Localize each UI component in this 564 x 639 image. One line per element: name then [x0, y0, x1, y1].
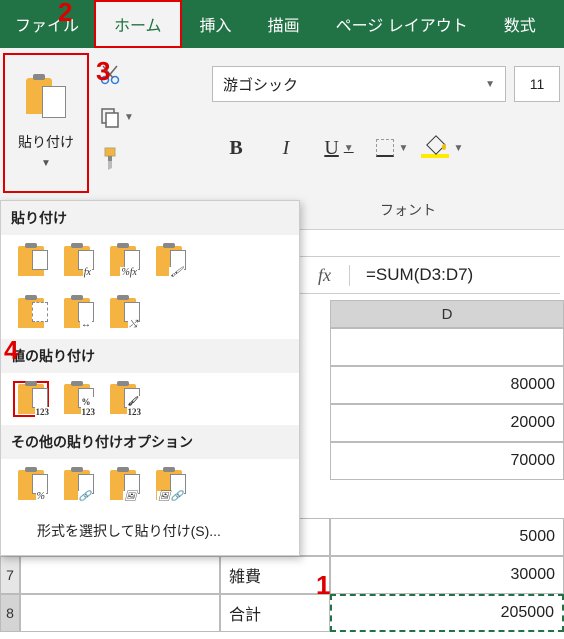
annotation-3: 3 — [96, 56, 110, 87]
chevron-down-icon: ▼ — [454, 143, 464, 154]
font-group-label: フォント — [380, 200, 436, 220]
font-name-select[interactable]: 游ゴシック ▼ — [212, 66, 506, 102]
row-header[interactable]: 7 — [0, 556, 20, 594]
border-button[interactable]: ▼ — [368, 128, 416, 168]
column-header-d[interactable]: D — [330, 300, 564, 328]
paste-keep-source-button[interactable]: 🖌 — [151, 243, 187, 279]
cell-b[interactable] — [20, 556, 220, 594]
clipboard-icon — [26, 78, 66, 126]
paste-label: 貼り付け — [18, 132, 74, 152]
dd-section-other: その他の貼り付けオプション — [1, 425, 299, 459]
tab-draw[interactable]: 描画 — [250, 0, 318, 48]
formula-bar: fx =SUM(D3:D7) — [300, 256, 560, 294]
paste-special-menu-item[interactable]: 形式を選択して貼り付け(S)... — [1, 511, 299, 555]
bucket-icon — [421, 138, 449, 158]
paste-button[interactable]: 貼り付け ▼ — [5, 55, 87, 191]
annotation-1: 1 — [316, 570, 330, 601]
chevron-down-icon: ▼ — [124, 112, 134, 123]
chevron-down-icon: ▼ — [399, 143, 409, 154]
paste-transpose-button[interactable]: ⤭ — [105, 295, 141, 331]
dd-section-paste: 貼り付け — [1, 201, 299, 235]
paste-values-button[interactable]: 123 — [13, 381, 49, 417]
annotation-2: 2 — [58, 0, 72, 28]
font-size-select[interactable]: 11 — [514, 66, 560, 102]
brush-icon: 🖌 — [169, 267, 184, 278]
paste-values-source-button[interactable]: 🖌123 — [105, 381, 141, 417]
bold-button[interactable]: B — [212, 128, 260, 168]
paste-picture-button[interactable]: 🖼 — [105, 467, 141, 503]
underline-button[interactable]: U▼ — [312, 128, 366, 168]
fill-color-button[interactable]: ▼ — [418, 128, 466, 168]
paste-formatting-button[interactable]: % — [13, 467, 49, 503]
copy-icon — [99, 106, 121, 128]
copy-button[interactable]: ▼ — [99, 104, 149, 130]
annotation-4: 4 — [4, 335, 18, 366]
cell-c[interactable]: 雑費 — [220, 556, 330, 594]
tab-page-layout[interactable]: ページ レイアウト — [318, 0, 486, 48]
font-group: 游ゴシック ▼ 11 B I U▼ ▼ ▼ — [212, 66, 560, 168]
paste-link-button[interactable]: 🔗 — [59, 467, 95, 503]
cell-d[interactable]: 5000 — [330, 518, 564, 556]
italic-button[interactable]: I — [262, 128, 310, 168]
transpose-icon: ⤭ — [128, 319, 138, 330]
row-header[interactable]: 8 — [0, 594, 20, 632]
cell-d[interactable]: 80000 — [330, 366, 564, 404]
format-painter-button[interactable] — [99, 146, 149, 172]
chevron-down-icon: ▼ — [41, 158, 51, 169]
paste-formulas-number-button[interactable]: %fx — [105, 243, 141, 279]
paste-options-dropdown: 貼り付け fx %fx 🖌 ↔ ⤭ 値の貼り付け 123 %123 🖌123 そ… — [0, 200, 300, 556]
ribbon-tabs: ファイル ホーム 挿入 描画 ページ レイアウト 数式 — [0, 0, 564, 48]
paste-column-widths-button[interactable]: ↔ — [59, 295, 95, 331]
cell-c[interactable]: 合計 — [220, 594, 330, 632]
dd-section-values: 値の貼り付け — [1, 339, 299, 373]
paste-linked-picture-button[interactable]: 🖼🔗 — [151, 467, 187, 503]
font-size-value: 11 — [530, 76, 545, 92]
chevron-down-icon: ▼ — [485, 79, 495, 90]
tab-home[interactable]: ホーム — [94, 0, 182, 48]
paste-no-borders-button[interactable] — [13, 295, 49, 331]
picture-icon: 🖼 — [123, 491, 138, 502]
paintbrush-icon — [99, 146, 121, 172]
tab-insert[interactable]: 挿入 — [182, 0, 250, 48]
cell-d[interactable]: 30000 — [330, 556, 564, 594]
paste-values-number-button[interactable]: %123 — [59, 381, 95, 417]
cell-d[interactable] — [330, 328, 564, 366]
tab-formulas[interactable]: 数式 — [486, 0, 554, 48]
cell-b[interactable] — [20, 594, 220, 632]
fx-button[interactable]: fx — [300, 265, 350, 286]
cell-d[interactable]: 70000 — [330, 442, 564, 480]
paste-formulas-button[interactable]: fx — [59, 243, 95, 279]
cell-d[interactable]: 20000 — [330, 404, 564, 442]
chevron-down-icon: ▼ — [344, 143, 354, 154]
arrows-icon: ↔ — [80, 319, 92, 330]
border-icon — [376, 139, 394, 157]
cell-d-selected[interactable]: 205000 — [330, 594, 564, 632]
clipboard-group: 貼り付け ▼ — [3, 53, 89, 193]
paste-all-button[interactable] — [13, 243, 49, 279]
font-name-value: 游ゴシック — [223, 74, 298, 95]
link-icon: 🔗 — [78, 491, 92, 502]
linked-picture-icon: 🖼🔗 — [157, 491, 184, 502]
tab-file[interactable]: ファイル — [0, 0, 94, 48]
formula-value[interactable]: =SUM(D3:D7) — [350, 265, 473, 285]
